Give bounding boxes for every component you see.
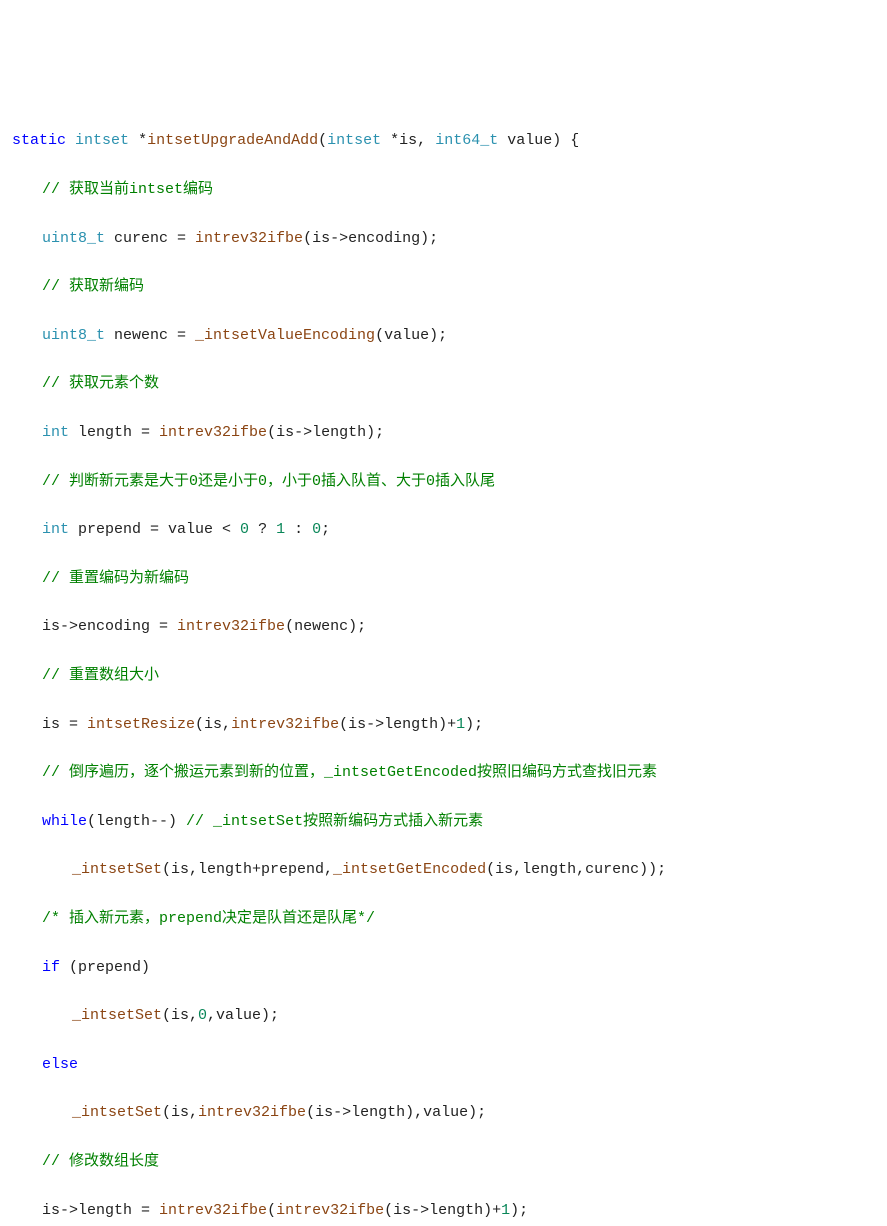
curenc-line: uint8_t curenc = intrev32ifbe(is->encodi…: [12, 227, 438, 251]
length-line: int length = intrev32ifbe(is->length);: [12, 421, 384, 445]
mid2: (is->length)+: [339, 716, 456, 733]
mid1: (is,: [162, 1104, 198, 1121]
paren-open: (: [318, 132, 327, 149]
keyword-if: if: [42, 959, 60, 976]
func-intrev32ifbe: intrev32ifbe: [159, 424, 267, 441]
var-curenc: curenc =: [105, 230, 195, 247]
param2-type: int64_t: [435, 132, 498, 149]
rest: (is,length,curenc));: [486, 861, 666, 878]
func-intrev32ifbe: intrev32ifbe: [177, 618, 285, 635]
length-assign-line: is->length = intrev32ifbe(intrev32ifbe(i…: [12, 1199, 528, 1223]
comment-5: // 重置编码为新编码: [12, 567, 189, 591]
var-newenc: newenc =: [105, 327, 195, 344]
colon: :: [285, 521, 312, 538]
num-1: 1: [276, 521, 285, 538]
lhs: is =: [42, 716, 87, 733]
type-int: int: [42, 424, 69, 441]
comment-4: // 判断新元素是大于0还是小于0，小于0插入队首、大于0插入队尾: [12, 470, 495, 494]
rest: (is->length),value);: [306, 1104, 486, 1121]
qmark: ?: [249, 521, 276, 538]
mid1: (is,length+prepend,: [162, 861, 333, 878]
newenc-line: uint8_t newenc = _intsetValueEncoding(va…: [12, 324, 447, 348]
rest: ,value);: [207, 1007, 279, 1024]
lhs: is->encoding =: [42, 618, 177, 635]
lhs: is->length =: [42, 1202, 159, 1219]
else-body-line: _intsetSet(is,intrev32ifbe(is->length),v…: [12, 1101, 486, 1125]
mid1: (: [267, 1202, 276, 1219]
while-body-line: _intsetSet(is,length+prepend,_intsetGetE…: [12, 858, 666, 882]
encoding-assign-line: is->encoding = intrev32ifbe(newenc);: [12, 615, 366, 639]
comment-7: // 倒序遍历，逐个搬运元素到新的位置，_intsetGetEncoded按照旧…: [12, 761, 657, 785]
resize-line: is = intsetResize(is,intrev32ifbe(is->le…: [12, 713, 483, 737]
func-intrev32ifbe: intrev32ifbe: [198, 1104, 306, 1121]
comment-6: // 重置数组大小: [12, 664, 159, 688]
star: *: [138, 132, 147, 149]
param2-name: value: [498, 132, 552, 149]
func-intsetSet: _intsetSet: [72, 1104, 162, 1121]
while-line: while(length--) // _intsetSet按照新编码方式插入新元…: [12, 810, 483, 834]
keyword-while: while: [42, 813, 87, 830]
rest: (newenc);: [285, 618, 366, 635]
signature-line: static intset *intsetUpgradeAndAdd(intse…: [12, 129, 875, 153]
keyword-static: static: [12, 132, 66, 149]
comment-1: // 获取当前intset编码: [12, 178, 213, 202]
func-intsetSet: _intsetSet: [72, 1007, 162, 1024]
rest: (value);: [375, 327, 447, 344]
type-uint8: uint8_t: [42, 230, 105, 247]
num-0: 0: [240, 521, 249, 538]
inline-comment: // _intsetSet按照新编码方式插入新元素: [186, 813, 483, 830]
rest: (is->length);: [267, 424, 384, 441]
num-0: 0: [198, 1007, 207, 1024]
var-length: length =: [69, 424, 159, 441]
comment-9: // 修改数组长度: [12, 1150, 159, 1174]
func-intrev32ifbe: intrev32ifbe: [276, 1202, 384, 1219]
func-intrev32ifbe: intrev32ifbe: [231, 716, 339, 733]
mid: (is,: [162, 1007, 198, 1024]
type-intset: intset: [75, 132, 129, 149]
func-intrev32ifbe: intrev32ifbe: [159, 1202, 267, 1219]
comment-2: // 获取新编码: [12, 275, 144, 299]
rest: (is->encoding);: [303, 230, 438, 247]
code-block: static intset *intsetUpgradeAndAdd(intse…: [12, 105, 875, 1226]
cond: (prepend): [60, 959, 150, 976]
param1-star: *: [381, 132, 399, 149]
type-uint8: uint8_t: [42, 327, 105, 344]
func-intsetResize: intsetResize: [87, 716, 195, 733]
func-intsetGetEncoded: _intsetGetEncoded: [333, 861, 486, 878]
rest: );: [510, 1202, 528, 1219]
mid2: (is->length)+: [384, 1202, 501, 1219]
num-1: 1: [501, 1202, 510, 1219]
else-line: else: [12, 1053, 78, 1077]
num-0b: 0: [312, 521, 321, 538]
cond: (length--): [87, 813, 186, 830]
mid1: (is,: [195, 716, 231, 733]
prepend-line: int prepend = value < 0 ? 1 : 0;: [12, 518, 330, 542]
param1-name: is: [399, 132, 417, 149]
type-int: int: [42, 521, 69, 538]
semi: ;: [321, 521, 330, 538]
comment-8: /* 插入新元素，prepend决定是队首还是队尾*/: [12, 907, 375, 931]
func-intsetValueEncoding: _intsetValueEncoding: [195, 327, 375, 344]
rest: );: [465, 716, 483, 733]
keyword-else: else: [42, 1056, 78, 1073]
sig-close: ) {: [552, 132, 579, 149]
func-intsetSet: _intsetSet: [72, 861, 162, 878]
var-prepend: prepend = value <: [69, 521, 240, 538]
num-1: 1: [456, 716, 465, 733]
comma: ,: [417, 132, 435, 149]
param1-type: intset: [327, 132, 381, 149]
comment-3: // 获取元素个数: [12, 372, 159, 396]
func-name: intsetUpgradeAndAdd: [147, 132, 318, 149]
func-intrev32ifbe: intrev32ifbe: [195, 230, 303, 247]
if-body-line: _intsetSet(is,0,value);: [12, 1004, 279, 1028]
if-line: if (prepend): [12, 956, 150, 980]
